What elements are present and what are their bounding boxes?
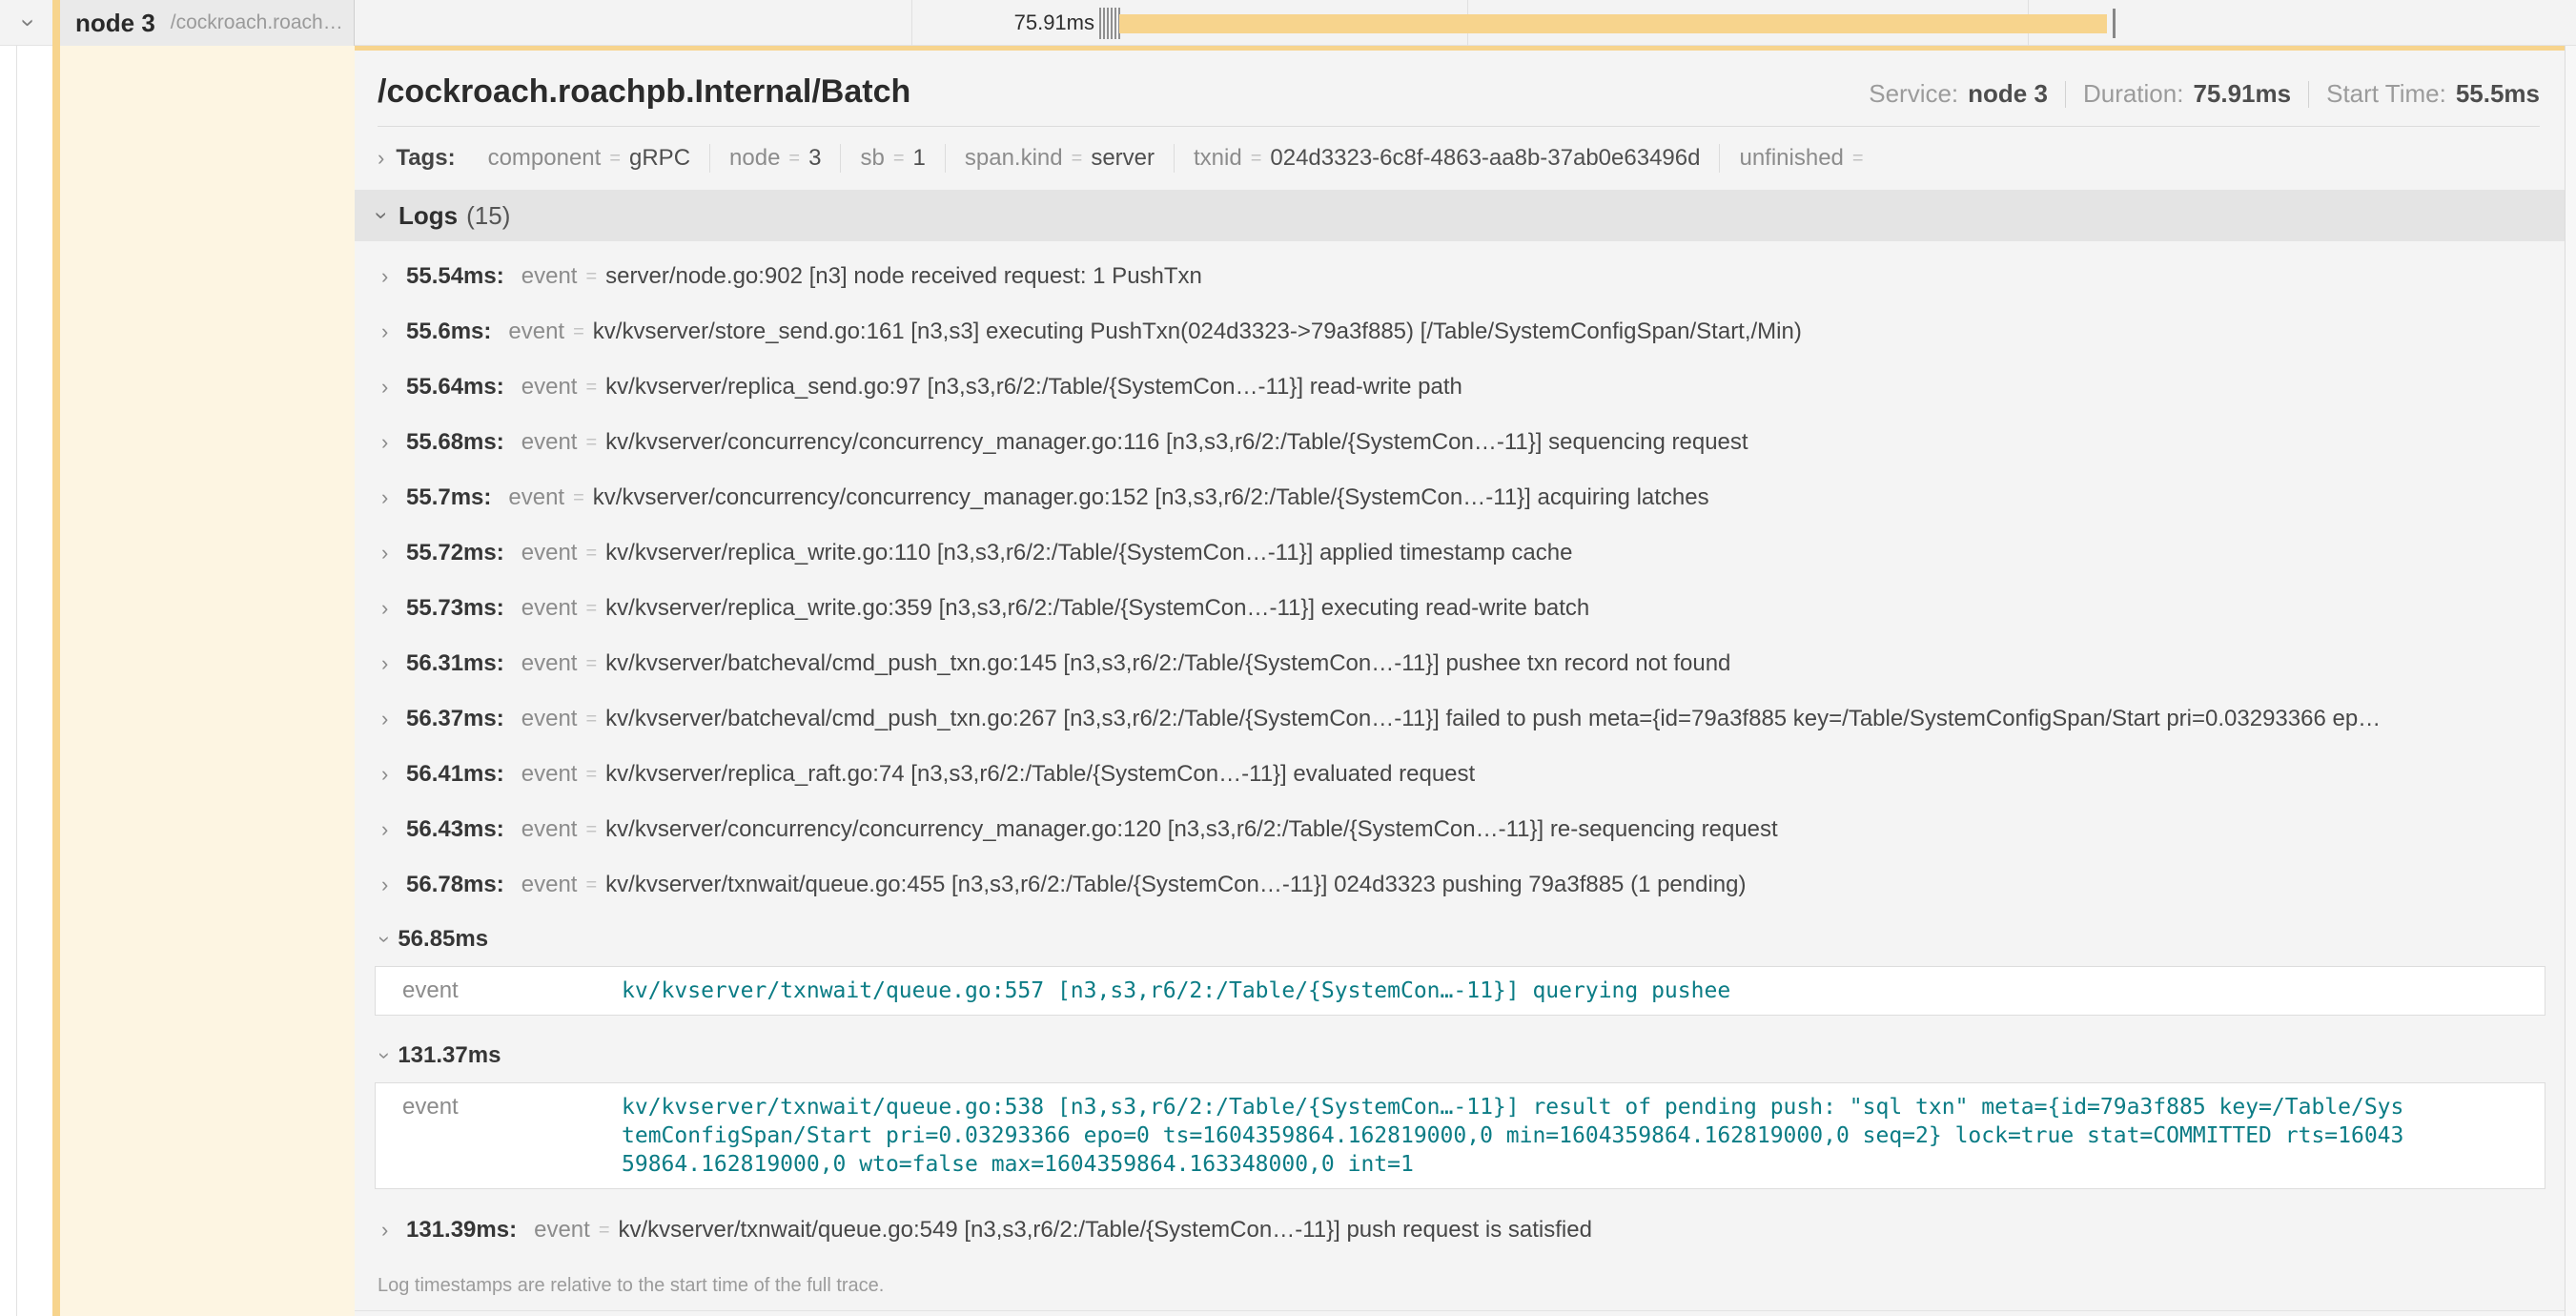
log-row[interactable]: › 55.54ms: event = server/node.go:902 [n… [355, 249, 2565, 304]
logs-footer-note: Log timestamps are relative to the start… [355, 1262, 2565, 1311]
chevron-down-icon: › [368, 212, 395, 219]
equals-sign: = [585, 709, 597, 730]
span-detail-panel: /cockroach.roachpb.Internal/Batch Servic… [355, 46, 2565, 1316]
equals-sign: = [1251, 148, 1262, 170]
span-detail-header: /cockroach.roachpb.Internal/Batch Servic… [378, 73, 2540, 127]
log-row[interactable]: › 55.73ms: event = kv/kvserver/replica_w… [355, 581, 2565, 636]
chevron-right-icon: › [381, 873, 406, 897]
chevron-right-icon: › [381, 762, 406, 787]
logs-list: › 55.54ms: event = server/node.go:902 [n… [355, 241, 2565, 1311]
chevron-right-icon: › [381, 817, 406, 842]
collapse-span-chevron-down-icon[interactable]: › [16, 18, 41, 27]
log-detail-table: event kv/kvserver/txnwait/queue.go:557 [… [375, 966, 2545, 1016]
tag-node: node = 3 [710, 145, 840, 172]
duration-value: 75.91ms [2193, 79, 2291, 109]
trace-detail-content: /cockroach.roachpb.Internal/Batch Servic… [0, 46, 2576, 1316]
equals-sign: = [585, 653, 597, 675]
equals-sign: = [788, 148, 800, 170]
log-row[interactable]: › 56.37ms: event = kv/kvserver/batcheval… [355, 691, 2565, 747]
tags-row[interactable]: › Tags: component = gRPC node = 3 sb = [355, 127, 2565, 182]
log-field-value: kv/kvserver/txnwait/queue.go:557 [n3,s3,… [622, 977, 1730, 1005]
chevron-right-icon: › [381, 485, 406, 510]
log-field-key: event [402, 977, 622, 1005]
log-row[interactable]: › 55.72ms: event = kv/kvserver/replica_w… [355, 525, 2565, 581]
start-time-value: 55.5ms [2456, 79, 2540, 109]
span-name-cell[interactable]: node 3 /cockroach.roach… [52, 0, 355, 46]
log-end-tick-mark [2113, 9, 2116, 38]
equals-sign: = [585, 377, 597, 399]
equals-sign: = [893, 148, 905, 170]
span-duration-label: 75.91ms [944, 10, 1094, 35]
chevron-right-icon: › [381, 375, 406, 400]
chevron-right-icon: › [381, 1218, 406, 1243]
equals-sign: = [585, 819, 597, 841]
scrollbar-track[interactable] [2565, 46, 2576, 1316]
equals-sign: = [609, 148, 621, 170]
chevron-right-icon: › [381, 651, 406, 676]
chevron-right-icon: › [381, 264, 406, 289]
trace-span-detail-view: › node 3 /cockroach.roach… 75.91ms /cock… [0, 0, 2576, 1316]
chevron-right-icon: › [381, 541, 406, 565]
tag-unfinished: unfinished = [1720, 145, 1891, 172]
log-detail-table: event kv/kvserver/txnwait/queue.go:538 [… [375, 1082, 2545, 1189]
tag-txnid: txnid = 024d3323-6c8f-4863-aa8b-37ab0e63… [1175, 145, 1719, 172]
equals-sign: = [585, 764, 597, 786]
equals-sign: = [585, 598, 597, 620]
chevron-right-icon: › [381, 707, 406, 731]
log-field-key: event [402, 1093, 622, 1179]
trace-view-left-border [16, 46, 17, 1316]
chevron-right-icon: › [381, 319, 406, 344]
equals-sign: = [585, 432, 597, 454]
span-color-bar [52, 0, 60, 46]
logs-count: (15) [466, 201, 510, 231]
tags-label: Tags: [396, 145, 455, 172]
equals-sign: = [1852, 148, 1864, 170]
timeline-column-divider [911, 0, 912, 46]
service-value: node 3 [1968, 79, 2048, 109]
span-duration-bar[interactable] [1119, 14, 2107, 33]
chevron-down-icon: › [373, 936, 398, 942]
equals-sign: = [573, 487, 584, 509]
logs-section-header[interactable]: › Logs (15) [355, 190, 2565, 241]
equals-sign: = [599, 1220, 610, 1242]
equals-sign: = [1072, 148, 1083, 170]
log-field-value: kv/kvserver/txnwait/queue.go:538 [n3,s3,… [622, 1093, 2403, 1179]
span-service-name: node 3 [75, 9, 155, 38]
log-row[interactable]: › 56.78ms: event = kv/kvserver/txnwait/q… [355, 857, 2565, 913]
log-row[interactable]: › 55.64ms: event = kv/kvserver/replica_s… [355, 360, 2565, 415]
equals-sign: = [573, 321, 584, 343]
meta-divider [2065, 81, 2066, 108]
duration-label: Duration: [2083, 79, 2184, 109]
logs-title: Logs [399, 201, 458, 231]
log-row[interactable]: › 131.39ms: event = kv/kvserver/txnwait/… [355, 1203, 2565, 1258]
start-time-label: Start Time: [2326, 79, 2446, 109]
log-row[interactable]: › 56.41ms: event = kv/kvserver/replica_r… [355, 747, 2565, 802]
span-color-bar [52, 46, 60, 1316]
log-row-expanded[interactable]: › 131.37ms [355, 1029, 2565, 1082]
chevron-right-icon: › [381, 596, 406, 621]
chevron-down-icon: › [373, 1052, 398, 1059]
chevron-right-icon: › [378, 146, 384, 171]
service-label: Service: [1869, 79, 1958, 109]
selected-span-row-highlight [60, 46, 355, 1316]
equals-sign: = [585, 874, 597, 896]
span-operation-name: /cockroach.roach… [171, 11, 343, 34]
log-row[interactable]: › 56.31ms: event = kv/kvserver/batcheval… [355, 636, 2565, 691]
tag-span-kind: span.kind = server [946, 145, 1174, 172]
span-timeline-row: › node 3 /cockroach.roach… 75.91ms [0, 0, 2576, 46]
span-meta-info: Service: node 3 Duration: 75.91ms Start … [1869, 79, 2540, 109]
log-row[interactable]: › 55.7ms: event = kv/kvserver/concurrenc… [355, 470, 2565, 525]
log-row-expanded[interactable]: › 56.85ms [355, 913, 2565, 966]
log-row[interactable]: › 56.43ms: event = kv/kvserver/concurren… [355, 802, 2565, 857]
log-row[interactable]: › 55.68ms: event = kv/kvserver/concurren… [355, 415, 2565, 470]
chevron-right-icon: › [381, 430, 406, 455]
span-operation-title: /cockroach.roachpb.Internal/Batch [378, 73, 910, 111]
equals-sign: = [585, 266, 597, 288]
tag-component: component = gRPC [469, 145, 709, 172]
log-row[interactable]: › 55.6ms: event = kv/kvserver/store_send… [355, 304, 2565, 360]
equals-sign: = [585, 543, 597, 565]
meta-divider [2308, 81, 2309, 108]
tag-sb: sb = 1 [841, 145, 944, 172]
